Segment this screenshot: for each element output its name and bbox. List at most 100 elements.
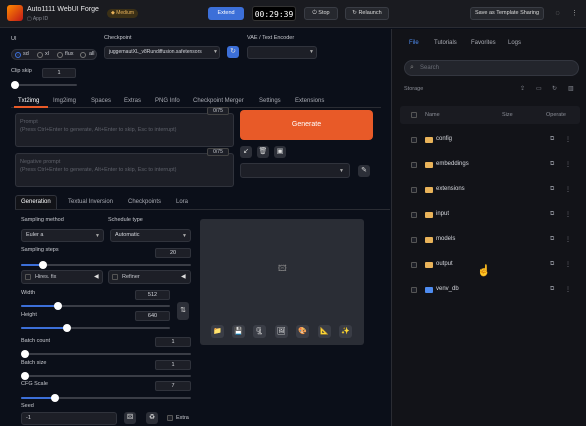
tab-png-info[interactable]: PNG Info [155, 98, 180, 104]
row-checkbox[interactable] [411, 287, 417, 293]
file-name[interactable]: models [436, 236, 455, 242]
file-name[interactable]: extensions [436, 186, 465, 192]
file-name[interactable]: venv_db [436, 286, 459, 292]
view-toggle-icon[interactable]: ▥ [568, 85, 574, 92]
clip-skip-slider[interactable] [11, 84, 77, 86]
tab-checkpoint-merger[interactable]: Checkpoint Merger [193, 98, 244, 104]
subtab-generation[interactable]: Generation [21, 199, 51, 205]
file-name[interactable]: embeddings [436, 161, 469, 167]
send-to-extras-button[interactable]: 📐 [318, 325, 331, 338]
height-input[interactable]: 640 [135, 311, 170, 321]
file-row[interactable]: extensions ⧉ ⋮ [400, 182, 580, 198]
file-row[interactable]: venv_db ⧉ ⋮ [400, 282, 580, 298]
extend-button[interactable]: Extend [208, 7, 244, 20]
refresh-icon[interactable]: ↻ [552, 85, 557, 92]
tab-img2img[interactable]: Img2img [53, 98, 76, 104]
row-checkbox[interactable] [411, 262, 417, 268]
copy-icon[interactable]: ⧉ [550, 286, 554, 293]
refiner-checkbox[interactable] [112, 274, 118, 280]
batch-size-slider[interactable] [21, 375, 191, 377]
radio-flux[interactable] [57, 52, 63, 58]
radio-xl[interactable] [37, 52, 43, 58]
zip-button[interactable]: 🗜 [253, 325, 266, 338]
upload-icon[interactable]: ⇪ [520, 85, 525, 92]
relaunch-button[interactable]: ↻ Relaunch [345, 7, 389, 20]
rtab-file[interactable]: File [409, 40, 419, 46]
save-template-button[interactable]: Save as Template Sharing [470, 7, 544, 20]
copy-icon[interactable]: ⧉ [550, 161, 554, 168]
trash-button[interactable]: 🗑 [257, 146, 269, 158]
more-icon[interactable]: ⋮ [565, 261, 571, 268]
row-checkbox[interactable] [411, 137, 417, 143]
styles-select[interactable] [240, 163, 350, 178]
chat-icon[interactable]: ◌ [553, 9, 562, 18]
subtab-lora[interactable]: Lora [176, 199, 188, 205]
upscale-button[interactable]: ✨ [339, 325, 352, 338]
hires-fix-accordion[interactable] [21, 270, 103, 284]
file-name[interactable]: output [436, 261, 453, 267]
more-icon[interactable]: ⋮ [565, 161, 571, 168]
more-icon[interactable]: ⋮ [565, 236, 571, 243]
send-to-inpaint-button[interactable]: 🎨 [296, 325, 309, 338]
tab-extras[interactable]: Extras [124, 98, 141, 104]
row-checkbox[interactable] [411, 187, 417, 193]
file-row[interactable]: models ⧉ ⋮ [400, 232, 580, 248]
edit-styles-button[interactable]: ✎ [358, 165, 370, 177]
more-icon[interactable]: ⋮ [565, 186, 571, 193]
width-input[interactable]: 512 [135, 290, 170, 300]
extra-seed-checkbox[interactable] [167, 415, 173, 421]
more-icon[interactable]: ⋮ [565, 211, 571, 218]
vae-select[interactable] [247, 46, 317, 59]
tab-txt2img[interactable]: Txt2img [18, 98, 39, 104]
rtab-logs[interactable]: Logs [508, 40, 521, 46]
sampling-steps-input[interactable]: 20 [155, 248, 191, 258]
radio-sd[interactable] [15, 52, 21, 58]
refiner-accordion[interactable] [108, 270, 191, 284]
batch-count-knob[interactable] [21, 350, 29, 358]
tab-spaces[interactable]: Spaces [91, 98, 111, 104]
read-params-button[interactable]: ↙ [240, 146, 252, 158]
more-icon[interactable]: ⋮ [565, 136, 571, 143]
hires-fix-checkbox[interactable] [25, 274, 31, 280]
clip-skip-input[interactable]: 1 [42, 68, 76, 78]
file-name[interactable]: config [436, 136, 452, 142]
cfg-scale-knob[interactable] [51, 394, 59, 402]
random-seed-button[interactable]: ⚄ [124, 412, 136, 424]
open-folder-button[interactable]: 📁 [211, 325, 224, 338]
batch-size-knob[interactable] [21, 372, 29, 380]
tab-extensions[interactable]: Extensions [295, 98, 324, 104]
subtab-checkpoints[interactable]: Checkpoints [128, 199, 161, 205]
send-to-img2img-button[interactable]: 🖼 [275, 325, 288, 338]
copy-icon[interactable]: ⧉ [550, 211, 554, 218]
file-row[interactable]: input ⧉ ⋮ [400, 207, 580, 223]
more-icon[interactable]: ⋮ [565, 286, 571, 293]
copy-icon[interactable]: ⧉ [550, 136, 554, 143]
clip-skip-knob[interactable] [11, 81, 19, 89]
generate-button[interactable]: Generate [240, 110, 373, 140]
rtab-tutorials[interactable]: Tutorials [434, 40, 457, 46]
file-row[interactable]: embeddings ⧉ ⋮ [400, 157, 580, 173]
stop-button[interactable]: ⏻ Stop [304, 7, 338, 20]
negative-prompt-input[interactable]: Negative prompt (Press Ctrl+Enter to gen… [15, 153, 234, 187]
schedule-type-select[interactable]: Automatic [110, 229, 191, 242]
subtab-textual-inversion[interactable]: Textual Inversion [68, 199, 113, 205]
swap-dimensions-button[interactable]: ⇅ [177, 302, 189, 320]
tab-settings[interactable]: Settings [259, 98, 281, 104]
copy-icon[interactable]: ⧉ [550, 236, 554, 243]
row-checkbox[interactable] [411, 237, 417, 243]
more-icon[interactable]: ⋮ [570, 9, 579, 18]
clipboard-button[interactable]: ▣ [274, 146, 286, 158]
reuse-seed-button[interactable]: ♻ [146, 412, 158, 424]
file-name[interactable]: input [436, 211, 449, 217]
seed-input[interactable]: -1 [21, 412, 117, 425]
batch-size-input[interactable]: 1 [155, 360, 191, 370]
row-checkbox[interactable] [411, 162, 417, 168]
prompt-input[interactable]: Prompt (Press Ctrl+Enter to generate, Al… [15, 113, 234, 147]
copy-icon[interactable]: ⧉ [550, 186, 554, 193]
copy-icon[interactable]: ⧉ [550, 261, 554, 268]
save-button[interactable]: 💾 [232, 325, 245, 338]
row-checkbox[interactable] [411, 212, 417, 218]
batch-count-input[interactable]: 1 [155, 337, 191, 347]
cfg-scale-input[interactable]: 7 [155, 381, 191, 391]
new-folder-icon[interactable]: ▭ [536, 85, 542, 92]
